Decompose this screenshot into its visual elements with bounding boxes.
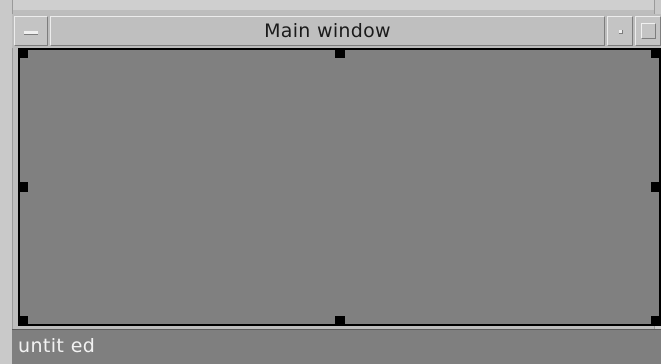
maximize-icon [641, 23, 656, 39]
resize-handle-bottom-right[interactable] [651, 316, 661, 326]
resize-handle-top-center[interactable] [335, 48, 345, 58]
minimize-icon [619, 30, 623, 34]
window-frame-top[interactable] [0, 0, 661, 10]
resize-handle-bottom-left[interactable] [18, 316, 28, 326]
maximize-button[interactable] [635, 16, 661, 46]
resize-handle-top-left[interactable] [18, 48, 28, 58]
window-frame-left[interactable] [0, 0, 13, 364]
window-menu-button[interactable] [14, 16, 48, 46]
resize-handle-top-right[interactable] [651, 48, 661, 58]
drawing-canvas[interactable] [18, 48, 661, 326]
status-bar: untit ed [12, 329, 661, 364]
window-title[interactable]: Main window [50, 16, 605, 46]
resize-handle-bottom-center[interactable] [335, 316, 345, 326]
window-menu-icon [24, 31, 38, 35]
resize-handle-middle-right[interactable] [651, 182, 661, 192]
resize-handle-middle-left[interactable] [18, 182, 28, 192]
status-text: untit ed [18, 335, 96, 357]
minimize-button[interactable] [607, 16, 633, 46]
title-bar[interactable]: Main window [12, 14, 661, 48]
main-window: Main window untit ed [0, 0, 661, 364]
